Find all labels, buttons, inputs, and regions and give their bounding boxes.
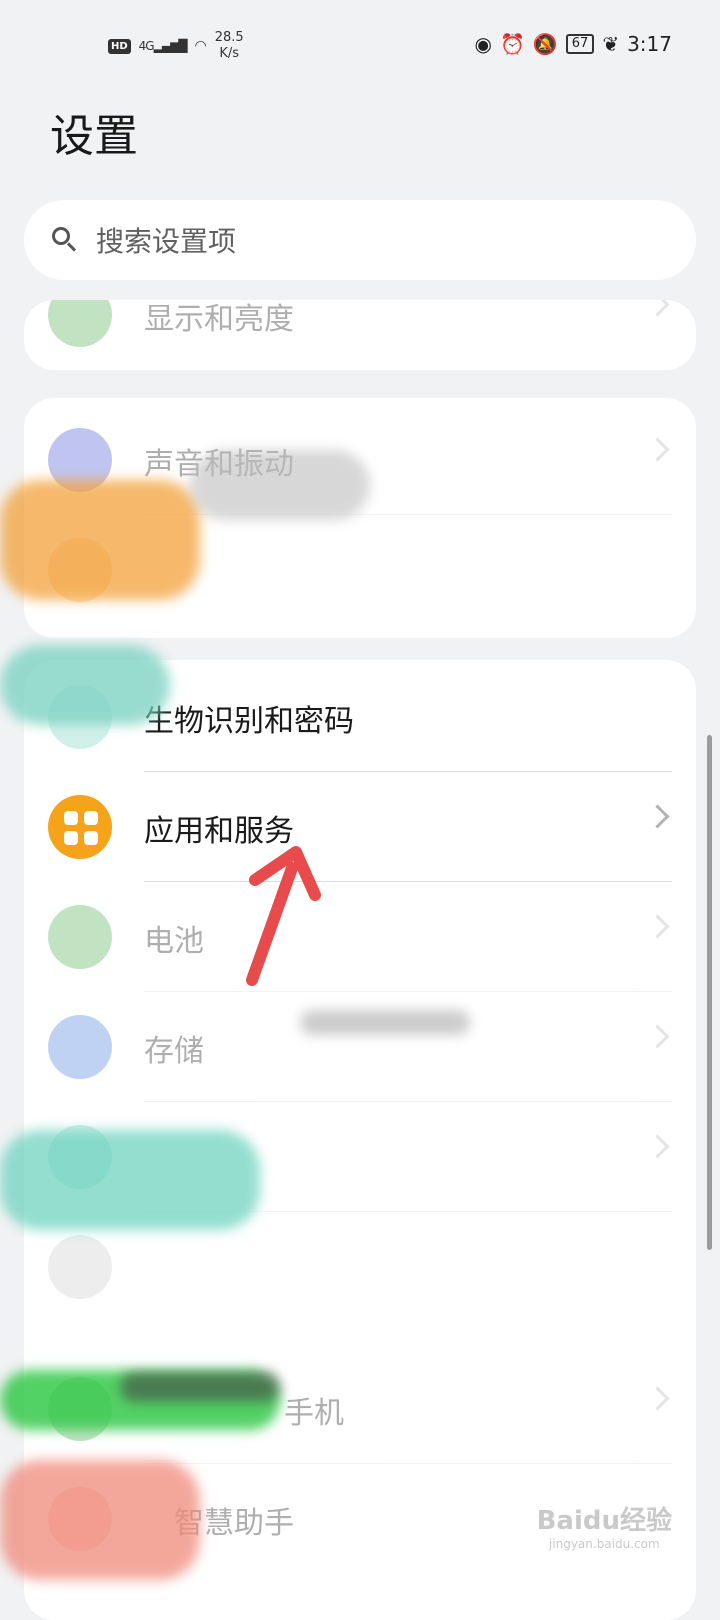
watermark-sub: jingyan.baidu.com [548, 1537, 660, 1551]
watermark: Baidu经验 jingyan.baidu.com [537, 1500, 672, 1551]
watermark-main: Baidu经验 [536, 1506, 672, 1536]
annotation-arrow [246, 846, 321, 986]
